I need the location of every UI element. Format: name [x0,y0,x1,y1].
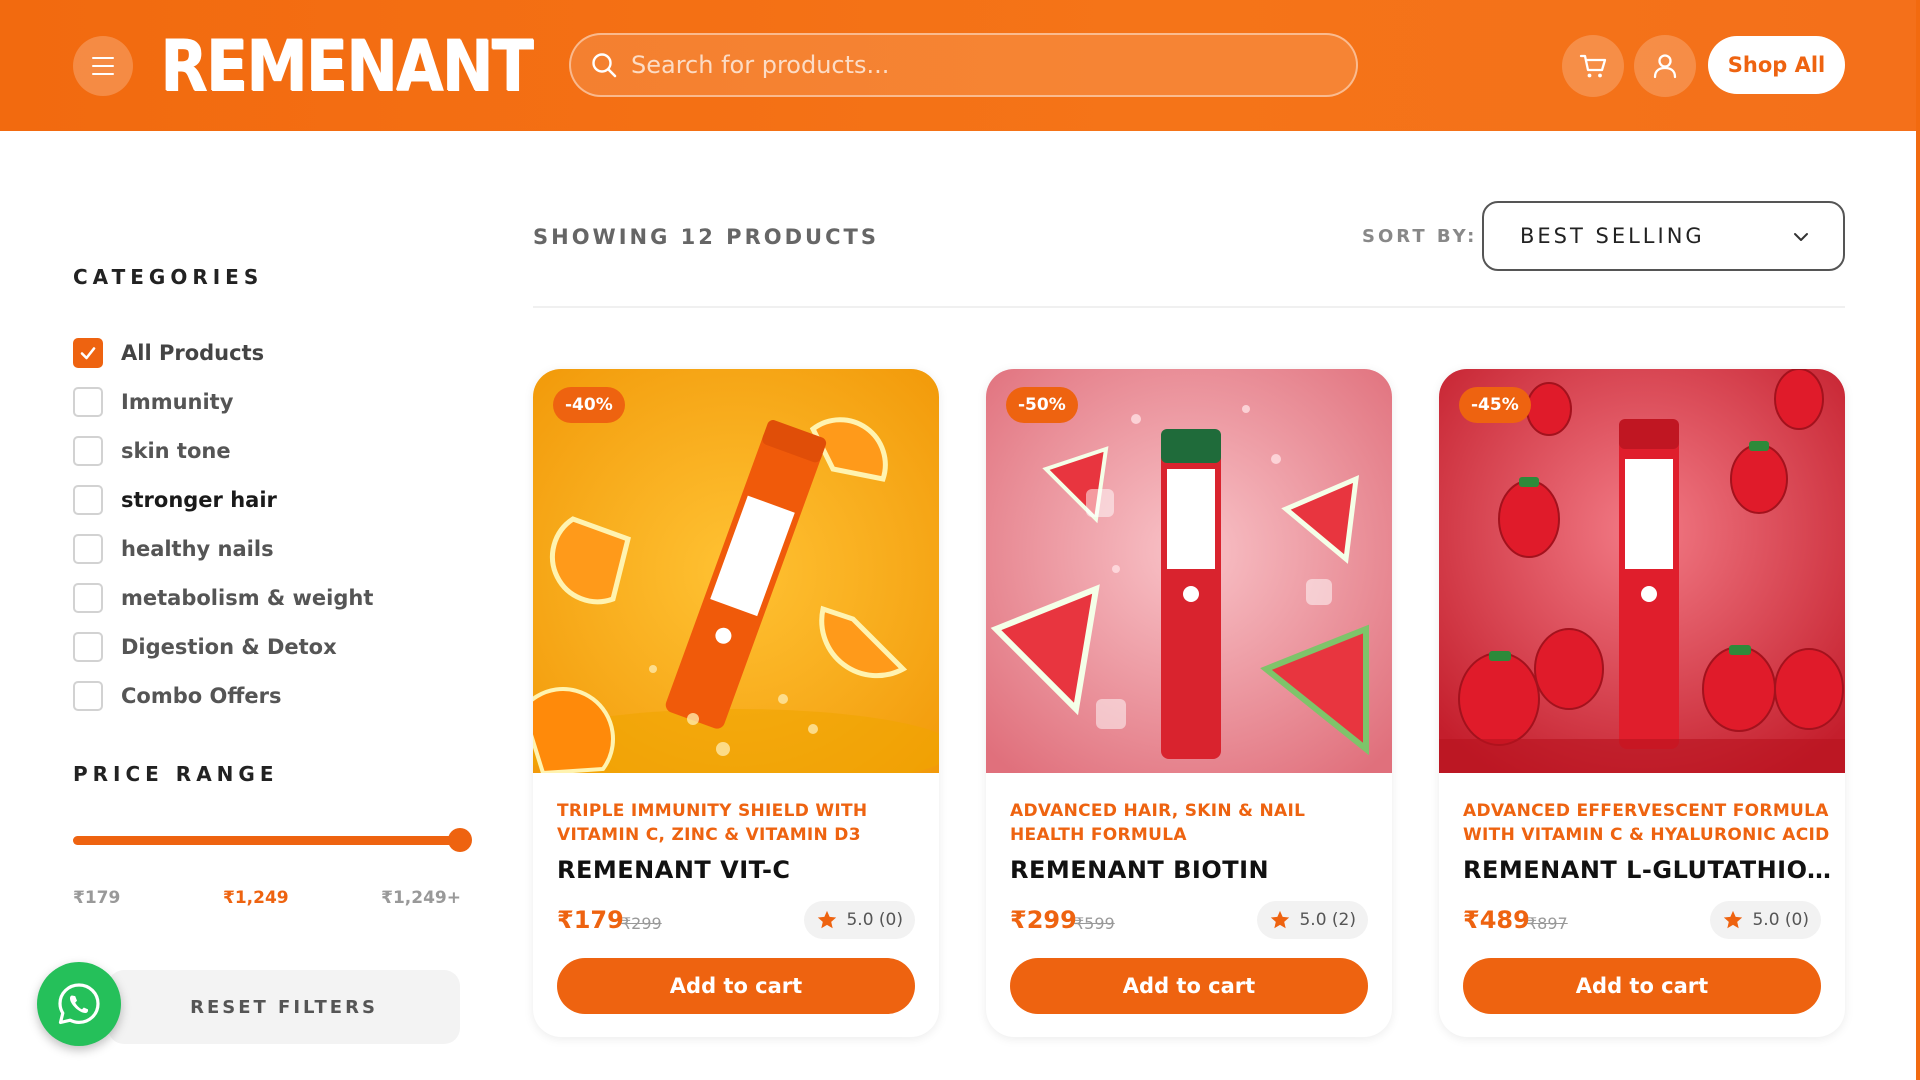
category-label: Digestion & Detox [121,634,337,659]
product-mrp: ₹599 [1074,914,1115,933]
category-item[interactable]: stronger hair [73,475,373,524]
price-range-heading: PRICE RANGE [73,762,279,786]
product-tagline: ADVANCED EFFERVESCENT FORMULA WITH VITAM… [1463,801,1830,845]
product-rating: 5.0 (0) [804,901,915,939]
rating-text: 5.0 (0) [1752,910,1809,930]
category-label: Combo Offers [121,683,282,708]
product-name[interactable]: REMENANT VIT-C [557,856,927,884]
divider [533,306,1845,308]
product-card[interactable]: -50% ADVANCED HAIR, SKIN & NAIL HEALTH F… [986,369,1392,1037]
checkmark-icon [80,346,96,359]
product-rating: 5.0 (0) [1710,901,1821,939]
star-icon [818,910,837,929]
cart-icon [1579,54,1607,78]
top-header: REMENANT Shop All [0,0,1920,131]
category-label: skin tone [121,438,231,463]
category-item[interactable]: Combo Offers [73,671,373,720]
scrollbar[interactable] [1916,0,1920,1080]
whatsapp-chat-button[interactable] [37,962,121,1046]
category-checkbox[interactable] [73,484,103,515]
category-label: Immunity [121,389,234,414]
account-button[interactable] [1634,35,1696,97]
menu-button[interactable] [73,36,133,96]
category-checkbox[interactable] [73,582,103,613]
category-item[interactable]: Immunity [73,377,373,426]
product-image[interactable]: -45% [1439,369,1845,773]
sort-value: BEST SELLING [1520,224,1705,248]
product-mrp: ₹897 [1527,914,1568,933]
product-card[interactable]: -45% ADVANCED EFFERVESCENT FORMULA WITH … [1439,369,1845,1037]
discount-badge: -40% [553,387,625,423]
category-label: healthy nails [121,536,274,561]
product-count: SHOWING 12 PRODUCTS [533,225,879,249]
sort-dropdown[interactable]: BEST SELLING [1482,201,1845,271]
price-max-label: ₹1,249+ [381,888,461,908]
product-name[interactable]: REMENANT L-GLUTATHIO... [1463,856,1833,884]
sort-label: SORT BY: [1362,226,1478,247]
category-checkbox[interactable] [73,386,103,417]
discount-badge: -50% [1006,387,1078,423]
category-item[interactable]: metabolism & weight [73,573,373,622]
rating-text: 5.0 (2) [1299,910,1356,930]
slider-thumb[interactable] [448,828,472,852]
add-to-cart-button[interactable]: Add to cart [1463,958,1821,1014]
category-checkbox[interactable] [73,435,103,466]
product-image[interactable]: -50% [986,369,1392,773]
category-checkbox[interactable] [73,680,103,711]
product-image[interactable]: -40% [533,369,939,773]
search-icon [589,50,619,80]
star-icon [1724,910,1743,929]
user-icon [1653,54,1677,79]
product-rating: 5.0 (2) [1257,901,1368,939]
category-item[interactable]: Digestion & Detox [73,622,373,671]
price-range-slider[interactable] [73,828,472,852]
discount-badge: -45% [1459,387,1531,423]
product-price: ₹489 [1463,906,1530,934]
categories-heading: CATEGORIES [73,265,264,289]
category-checkbox[interactable] [73,631,103,662]
category-item[interactable]: healthy nails [73,524,373,573]
product-price: ₹299 [1010,906,1077,934]
category-label: All Products [121,340,265,365]
reset-filters-button[interactable]: RESET FILTERS [108,970,460,1044]
category-filter-list: All Products Immunity skin tone stronger ha… [73,328,373,720]
brand-logo[interactable]: REMENANT [160,26,533,106]
rating-text: 5.0 (0) [846,910,903,930]
category-label: stronger hair [121,487,277,512]
cart-button[interactable] [1562,35,1624,97]
chevron-down-icon [1794,233,1808,241]
category-checkbox[interactable] [73,533,103,564]
search-bar[interactable] [569,33,1358,97]
hamburger-icon [92,54,114,78]
star-icon [1271,910,1290,929]
product-name[interactable]: REMENANT BIOTIN [1010,856,1380,884]
add-to-cart-button[interactable]: Add to cart [1010,958,1368,1014]
product-mrp: ₹299 [621,914,662,933]
product-card[interactable]: -40% TRIPLE IMMUNITY SHIELD WITH VITAMIN… [533,369,939,1037]
product-price: ₹179 [557,906,624,934]
shop-all-button[interactable]: Shop All [1708,36,1845,94]
product-tagline: ADVANCED HAIR, SKIN & NAIL HEALTH FORMUL… [1010,801,1306,845]
price-min-label: ₹179 [73,888,121,908]
category-checkbox[interactable] [73,337,103,368]
product-tagline: TRIPLE IMMUNITY SHIELD WITH VITAMIN C, Z… [557,801,868,845]
category-item[interactable]: skin tone [73,426,373,475]
category-item[interactable]: All Products [73,328,373,377]
whatsapp-icon [58,983,100,1025]
search-input[interactable] [631,51,1331,79]
slider-fill [73,836,460,845]
add-to-cart-button[interactable]: Add to cart [557,958,915,1014]
category-label: metabolism & weight [121,585,374,610]
price-current-label: ₹1,249 [223,888,289,908]
